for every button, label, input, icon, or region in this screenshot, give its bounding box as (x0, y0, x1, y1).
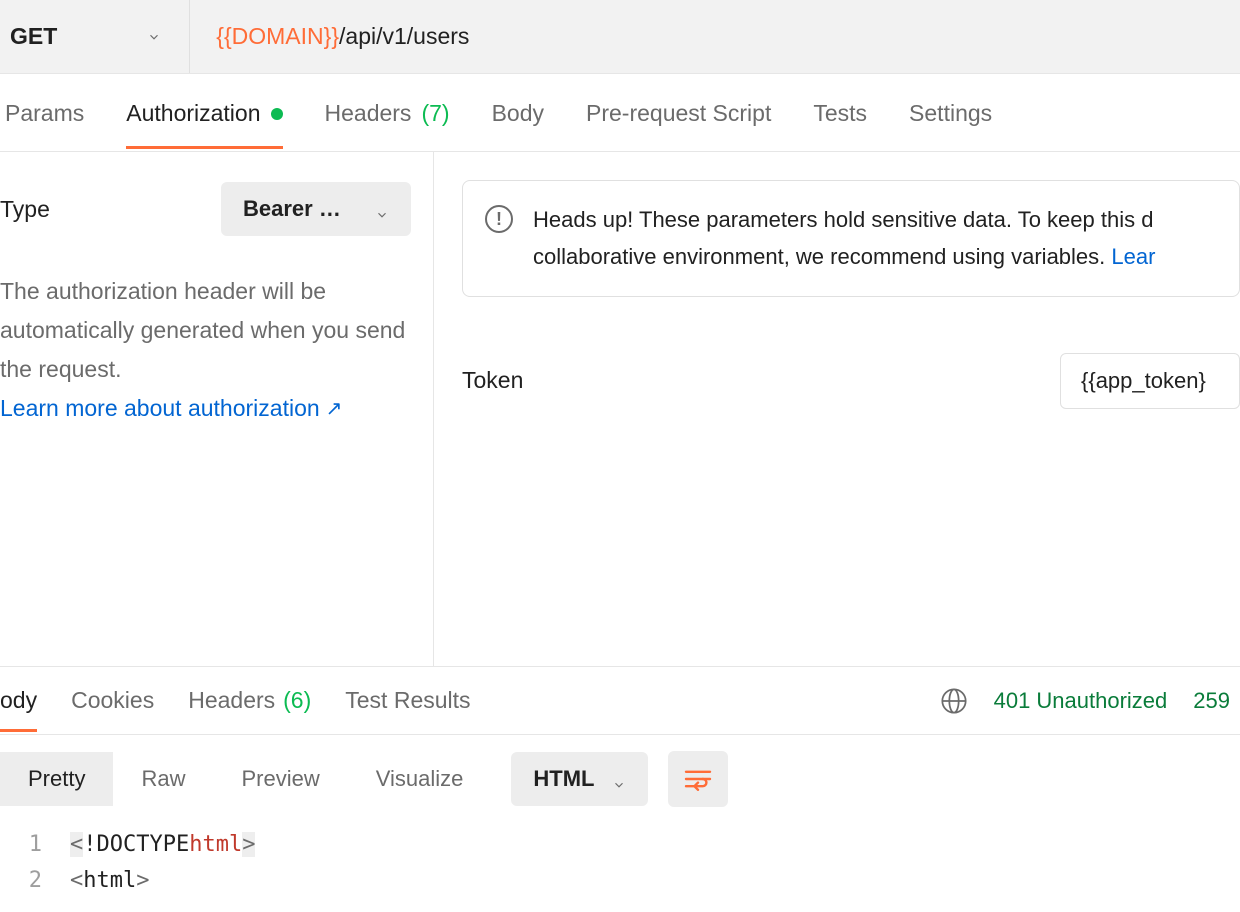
active-indicator-icon (271, 108, 283, 120)
notice-line-1: Heads up! These parameters hold sensitiv… (533, 207, 1153, 232)
request-url-bar: GET {{DOMAIN}}/api/v1/users (0, 0, 1240, 74)
learn-more-text: Learn more about authorization (0, 395, 320, 422)
code-token: < (70, 832, 83, 857)
code-line: 2 <html> (0, 868, 1240, 904)
sensitive-data-notice: ! Heads up! These parameters hold sensit… (462, 180, 1240, 297)
chevron-down-icon (147, 30, 161, 44)
chevron-down-icon (612, 772, 626, 786)
tab-params[interactable]: Params (5, 76, 84, 149)
code-token: > (242, 832, 255, 857)
auth-description: The authorization header will be automat… (0, 272, 411, 389)
warning-icon: ! (485, 205, 513, 233)
code-token: < (70, 868, 83, 893)
url-input[interactable]: {{DOMAIN}}/api/v1/users (190, 0, 469, 73)
code-token: html (83, 868, 136, 893)
auth-type-select[interactable]: Bearer … (221, 182, 411, 236)
method-label: GET (10, 23, 57, 50)
response-tab-headers-count: (6) (283, 687, 311, 714)
response-tab-headers-label: Headers (188, 687, 275, 714)
tab-pre-request-script[interactable]: Pre-request Script (586, 76, 771, 149)
token-input[interactable]: {{app_token} (1060, 353, 1240, 409)
code-token: html (189, 832, 242, 857)
authorization-panel: Type Bearer … The authorization header w… (0, 152, 1240, 667)
token-label: Token (462, 367, 523, 394)
token-value: {{app_token} (1081, 368, 1206, 393)
tab-tests[interactable]: Tests (813, 76, 867, 149)
response-tab-test-results[interactable]: Test Results (345, 669, 470, 732)
globe-icon[interactable] (940, 687, 968, 715)
response-tab-body[interactable]: ody (0, 669, 37, 732)
auth-type-value: Bearer … (243, 196, 341, 222)
code-line: 1 <!DOCTYPE html> (0, 832, 1240, 868)
response-tabs: ody Cookies Headers (6) Test Results 401… (0, 667, 1240, 735)
tab-authorization[interactable]: Authorization (126, 76, 282, 149)
token-row: Token {{app_token} (462, 353, 1240, 409)
response-status-area: 401 Unauthorized 259 (940, 687, 1230, 715)
method-select[interactable]: GET (0, 0, 190, 73)
external-link-icon: ↗ (326, 396, 343, 421)
url-path: /api/v1/users (339, 23, 469, 50)
view-preview-button[interactable]: Preview (213, 752, 347, 806)
auth-type-row: Type Bearer … (0, 182, 411, 236)
tab-headers-label: Headers (325, 100, 412, 127)
response-status-code: 401 Unauthorized (994, 688, 1168, 714)
auth-right-column: ! Heads up! These parameters hold sensit… (434, 152, 1240, 666)
notice-line-2: collaborative environment, we recommend … (533, 244, 1111, 269)
view-raw-button[interactable]: Raw (113, 752, 213, 806)
tab-headers-count: (7) (421, 100, 449, 127)
response-time: 259 (1193, 688, 1230, 714)
tab-body[interactable]: Body (492, 76, 544, 149)
tab-authorization-label: Authorization (126, 100, 260, 127)
auth-left-column: Type Bearer … The authorization header w… (0, 152, 434, 666)
wrap-icon (683, 767, 713, 791)
line-number: 1 (0, 832, 70, 857)
response-body-code[interactable]: 1 <!DOCTYPE html> 2 <html> (0, 824, 1240, 904)
response-format-value: HTML (533, 766, 594, 792)
wrap-lines-button[interactable] (668, 751, 728, 807)
learn-more-link[interactable]: Learn more about authorization ↗ (0, 395, 342, 422)
tab-headers[interactable]: Headers (7) (325, 76, 450, 149)
notice-body: Heads up! These parameters hold sensitiv… (533, 201, 1155, 276)
response-format-select[interactable]: HTML (511, 752, 648, 806)
view-pretty-button[interactable]: Pretty (0, 752, 113, 806)
view-visualize-button[interactable]: Visualize (348, 752, 492, 806)
code-token: !DOCTYPE (83, 832, 189, 857)
response-tab-headers[interactable]: Headers (6) (188, 669, 311, 732)
request-tabs: Params Authorization Headers (7) Body Pr… (0, 74, 1240, 152)
url-variable: {{DOMAIN}} (216, 23, 339, 50)
auth-type-label: Type (0, 196, 50, 223)
code-token: > (136, 868, 149, 893)
notice-learn-link[interactable]: Lear (1111, 244, 1155, 269)
view-mode-segment: Pretty Raw Preview Visualize (0, 752, 491, 806)
line-number: 2 (0, 868, 70, 893)
response-view-controls: Pretty Raw Preview Visualize HTML (0, 735, 1240, 824)
tab-settings[interactable]: Settings (909, 76, 992, 149)
response-tab-cookies[interactable]: Cookies (71, 669, 154, 732)
chevron-down-icon (375, 202, 389, 216)
